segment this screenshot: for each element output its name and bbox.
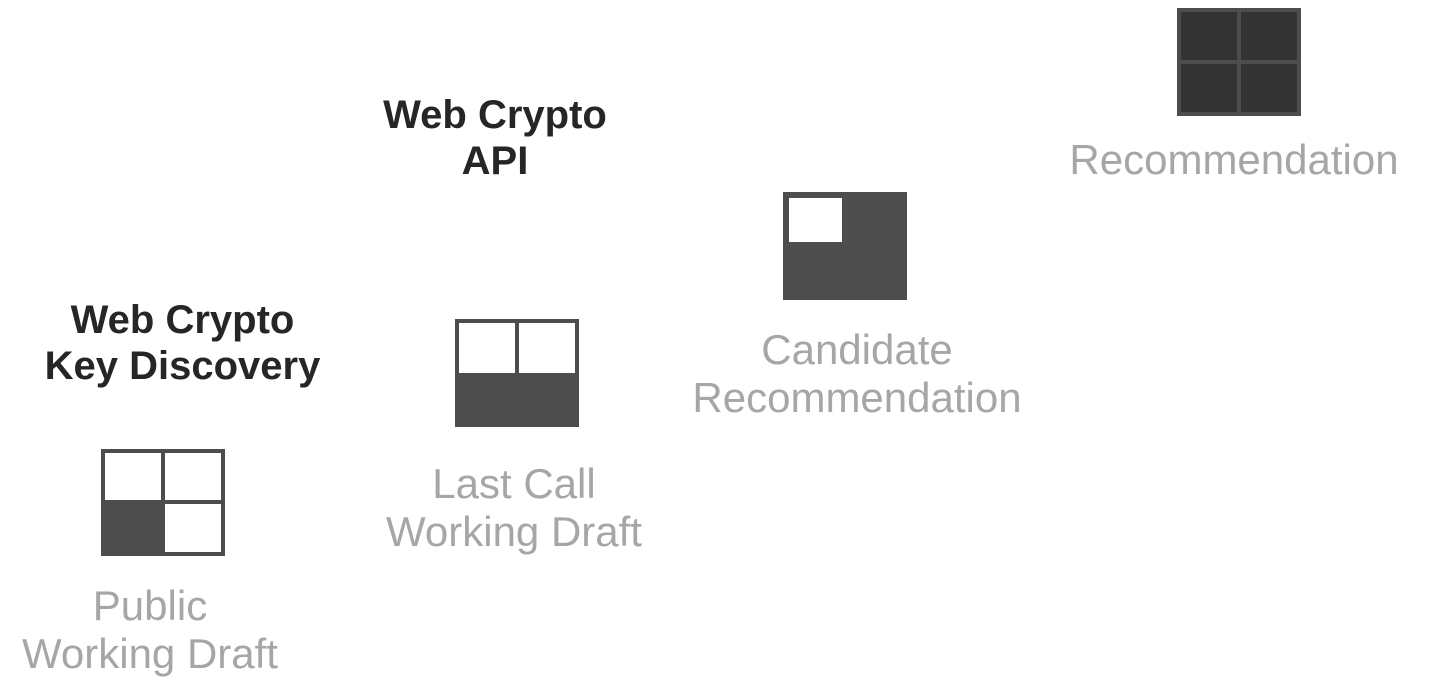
stage-label-line: Last Call	[432, 460, 596, 507]
stage-label-line: Working Draft	[22, 630, 278, 677]
spec-title-line: Web Crypto	[383, 93, 607, 137]
spec-title-line: Key Discovery	[44, 344, 321, 388]
spec-title-line: Web Crypto	[70, 298, 295, 342]
stage-label-line: Recommendation	[1069, 136, 1399, 183]
public-working-draft-stage-icon	[101, 449, 225, 556]
stage-label-line: Recommendation	[692, 374, 1022, 421]
public-working-draft-label: Public Working Draft	[10, 582, 290, 678]
last-call-working-draft-stage-icon	[455, 319, 579, 427]
spec-title-web-crypto-key-discovery: Web Crypto Key Discovery	[10, 297, 355, 389]
spec-title-web-crypto-api: Web Crypto API	[340, 92, 650, 184]
candidate-recommendation-stage-icon	[783, 192, 907, 300]
candidate-recommendation-label: Candidate Recommendation	[657, 326, 1057, 422]
recommendation-label: Recommendation	[1039, 136, 1429, 184]
last-call-working-draft-label: Last Call Working Draft	[374, 460, 654, 556]
spec-title-line: API	[461, 139, 529, 183]
stage-label-line: Public	[92, 582, 208, 629]
recommendation-stage-icon	[1177, 8, 1301, 116]
stage-label-line: Candidate	[761, 326, 953, 373]
stage-label-line: Working Draft	[386, 508, 642, 555]
